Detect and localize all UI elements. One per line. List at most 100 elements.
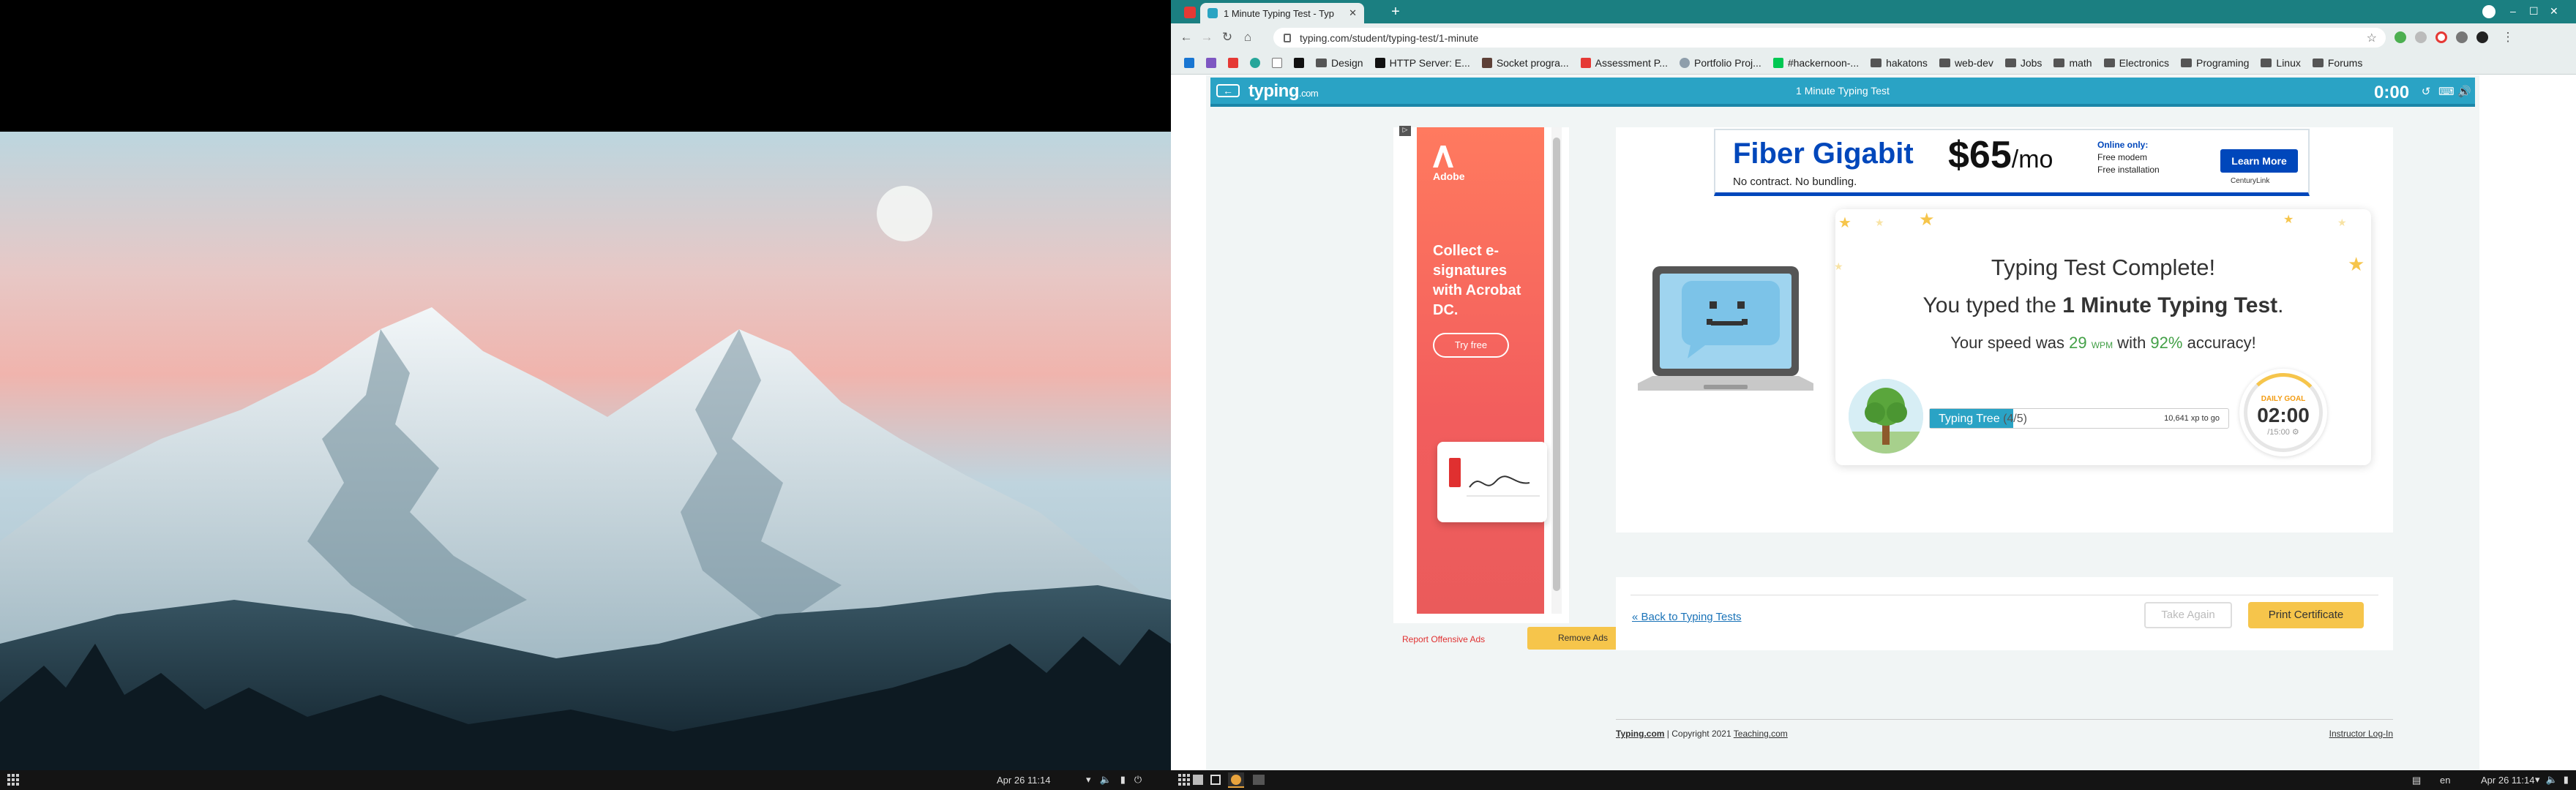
puzzle-icon[interactable] bbox=[2456, 31, 2468, 43]
terminal-taskbar-icon[interactable] bbox=[1253, 775, 1265, 785]
restart-icon[interactable]: ↺ bbox=[2419, 85, 2433, 98]
bookmark-assessment[interactable]: Assessment P... bbox=[1580, 57, 1668, 69]
star-icon: ★ bbox=[1838, 215, 1852, 231]
left-system-tray[interactable]: ▾ 🔈 ▮ ⏻ bbox=[1086, 774, 1142, 786]
bookmark-folder-forums[interactable]: Forums bbox=[2312, 57, 2362, 69]
footer-copyright: | Copyright 2021 bbox=[1666, 729, 1731, 739]
bookmark-folder-jobs[interactable]: Jobs bbox=[2004, 57, 2042, 69]
bookmark-hackernoon[interactable]: #hackernoon-... bbox=[1772, 57, 1859, 69]
power-icon: ⏻ bbox=[1134, 774, 1142, 785]
top-ad-container: Fiber Gigabit No contract. No bundling. … bbox=[1616, 127, 2393, 200]
youtube-tab-icon[interactable] bbox=[1184, 7, 1196, 18]
footer-brand-link[interactable]: Typing.com bbox=[1616, 729, 1664, 739]
window-taskbar-icon[interactable] bbox=[1210, 775, 1221, 785]
bookmark-icon[interactable] bbox=[1294, 57, 1304, 68]
extension-icon[interactable] bbox=[2435, 31, 2447, 43]
right-monitor: 1 Minute Typing Test - Typ ✕ + – ☐ ✕ ← →… bbox=[1171, 0, 2576, 790]
active-tab[interactable]: 1 Minute Typing Test - Typ ✕ bbox=[1200, 3, 1364, 23]
keyboard-icon[interactable]: ⌨ bbox=[2438, 85, 2455, 98]
bookmark-folder-programing[interactable]: Programing bbox=[2181, 57, 2249, 69]
bookmark-icon[interactable] bbox=[1184, 57, 1194, 68]
back-arrow-icon[interactable]: ← bbox=[1178, 29, 1194, 45]
extension-icon[interactable] bbox=[2395, 31, 2406, 43]
bookmark-folder-linux[interactable]: Linux bbox=[2261, 57, 2301, 69]
site-icon bbox=[1580, 57, 1591, 68]
address-bar[interactable]: typing.com/student/typing-test/1-minute … bbox=[1273, 28, 2386, 48]
forward-arrow-icon[interactable]: → bbox=[1199, 29, 1215, 45]
bookmark-icon[interactable] bbox=[1206, 57, 1216, 68]
instructor-login-link[interactable]: Instructor Log-In bbox=[2329, 729, 2393, 739]
fiber-learn-more-button[interactable]: Learn More bbox=[2220, 149, 2298, 173]
footer-teaching-link[interactable]: Teaching.com bbox=[1734, 729, 1788, 739]
bookmark-socket-programming[interactable]: Socket progra... bbox=[1481, 57, 1569, 69]
adobe-ad[interactable]: Adobe Collect e-signatures with Acrobat … bbox=[1417, 127, 1547, 614]
left-top-bar: Apr 26 11:14 ▾ 🔈 ▮ ⏻ bbox=[0, 770, 1171, 790]
fiber-ad[interactable]: Fiber Gigabit No contract. No bundling. … bbox=[1714, 129, 2310, 196]
fiber-tagline: No contract. No bundling. bbox=[1733, 176, 1857, 188]
folder-icon bbox=[1939, 58, 1950, 67]
fiber-fine-print bbox=[1948, 184, 2212, 192]
daily-goal-widget[interactable]: DAILY GOAL 02:00 /15:00 ⚙ bbox=[2239, 369, 2327, 456]
side-ad[interactable]: ▷ Adobe Collect e-signatures with Acroba… bbox=[1393, 126, 1569, 623]
site-icon bbox=[1772, 57, 1783, 68]
new-tab-button[interactable]: + bbox=[1388, 4, 1404, 20]
browser-tab-strip: 1 Minute Typing Test - Typ ✕ + – ☐ ✕ bbox=[1171, 0, 2576, 23]
right-top-bar: ▤ en Apr 26 11:14 ▾ 🔈 ▮ bbox=[1171, 770, 2576, 790]
bookmark-folder-math[interactable]: math bbox=[2053, 57, 2092, 69]
wpm-value: 29 bbox=[2069, 334, 2087, 352]
centurylink-logo: CenturyLink bbox=[2231, 177, 2270, 185]
print-certificate-button[interactable]: Print Certificate bbox=[2248, 602, 2364, 628]
profile-avatar-icon[interactable] bbox=[2476, 31, 2488, 43]
bookmark-portfolio[interactable]: Portfolio Proj... bbox=[1679, 57, 1761, 69]
language-indicator[interactable]: en bbox=[2440, 775, 2450, 786]
menu-dots-icon[interactable]: ⋮ bbox=[2500, 29, 2516, 45]
back-to-typing-tests-link[interactable]: « Back to Typing Tests bbox=[1632, 611, 1742, 623]
right-system-tray[interactable]: ▾ 🔈 ▮ bbox=[2535, 774, 2569, 786]
bookmark-star-icon[interactable]: ☆ bbox=[2367, 31, 2377, 45]
wpm-unit: WPM bbox=[2091, 340, 2113, 350]
site-icon bbox=[1374, 57, 1385, 68]
ad-choices-icon[interactable]: ▷ bbox=[1399, 126, 1411, 136]
sound-icon[interactable]: 🔊 bbox=[2457, 85, 2471, 98]
profile-icon[interactable] bbox=[2482, 5, 2496, 18]
left-clock[interactable]: Apr 26 11:14 bbox=[997, 775, 1050, 786]
home-icon[interactable]: ⌂ bbox=[1240, 29, 1256, 45]
folder-icon bbox=[2261, 58, 2272, 67]
page-viewport: ← typing.com 1 Minute Typing Test 0:00 ↺… bbox=[1171, 75, 2576, 770]
extension-icon[interactable] bbox=[2415, 31, 2427, 43]
youtube-bookmark-icon[interactable] bbox=[1228, 57, 1238, 68]
chrome-taskbar-icon[interactable] bbox=[1228, 772, 1244, 788]
mountain-wallpaper bbox=[0, 132, 1171, 770]
right-clock[interactable]: Apr 26 11:14 bbox=[2481, 775, 2534, 786]
bookmark-folder-design[interactable]: Design bbox=[1316, 57, 1363, 69]
maximize-icon[interactable]: ☐ bbox=[2529, 5, 2539, 18]
fiber-price: $65/mo bbox=[1948, 134, 2053, 176]
clipboard-icon[interactable]: ▤ bbox=[2412, 775, 2421, 786]
adobe-logo: Adobe bbox=[1433, 146, 1465, 182]
fiber-title: Fiber Gigabit bbox=[1733, 138, 1914, 170]
desktop: Apr 26 11:14 ▾ 🔈 ▮ ⏻ 1 Minute Typing Tes… bbox=[0, 0, 2576, 790]
bookmark-icon[interactable] bbox=[1272, 57, 1282, 68]
minimize-icon[interactable]: – bbox=[2510, 5, 2516, 17]
files-taskbar-icon[interactable] bbox=[1193, 775, 1203, 785]
close-window-icon[interactable]: ✕ bbox=[2550, 5, 2558, 18]
apps-grid-icon[interactable] bbox=[7, 774, 19, 786]
bookmark-folder-electronics[interactable]: Electronics bbox=[2103, 57, 2169, 69]
folder-icon bbox=[2312, 58, 2324, 67]
close-tab-icon[interactable]: ✕ bbox=[1349, 7, 1357, 19]
reload-icon[interactable]: ↻ bbox=[1219, 29, 1235, 45]
folder-icon bbox=[1316, 58, 1327, 67]
header-title: 1 Minute Typing Test bbox=[1796, 85, 1890, 97]
bookmark-http-server[interactable]: HTTP Server: E... bbox=[1374, 57, 1470, 69]
bookmark-folder-web-dev[interactable]: web-dev bbox=[1939, 57, 1993, 69]
bookmark-icon[interactable] bbox=[1250, 57, 1260, 68]
take-again-button[interactable]: Take Again bbox=[2144, 602, 2232, 628]
tab-title: 1 Minute Typing Test - Typ bbox=[1224, 7, 1335, 19]
ad-scrollbar[interactable] bbox=[1551, 127, 1562, 614]
bookmark-folder-hakatons[interactable]: hakatons bbox=[1871, 57, 1928, 69]
battery-icon: ▮ bbox=[1120, 774, 1126, 785]
adobe-try-free-button[interactable]: Try free bbox=[1433, 333, 1509, 358]
apps-grid-icon[interactable] bbox=[1178, 774, 1190, 786]
report-offensive-ads-link[interactable]: Report Offensive Ads bbox=[1402, 634, 1485, 644]
footer-divider bbox=[1616, 719, 2393, 720]
